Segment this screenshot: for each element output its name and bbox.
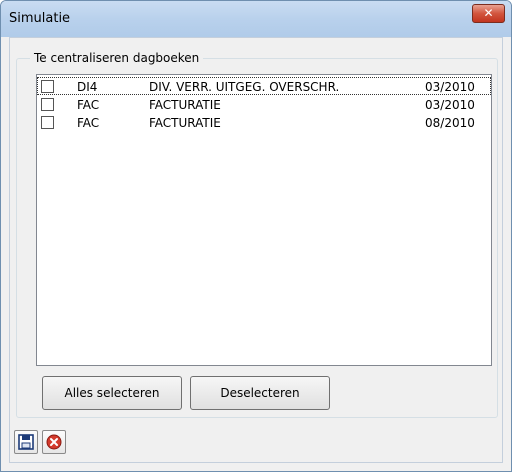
list-item[interactable]: FAC FACTURATIE 03/2010 bbox=[37, 95, 491, 113]
row-checkbox[interactable] bbox=[41, 80, 54, 93]
journal-description: FACTURATIE bbox=[149, 116, 221, 130]
window-title: Simulatie bbox=[9, 11, 71, 26]
list-item[interactable]: FAC FACTURATIE 08/2010 bbox=[37, 113, 491, 131]
select-all-button[interactable]: Alles selecteren bbox=[42, 376, 182, 410]
journal-period: 08/2010 bbox=[425, 116, 475, 130]
journal-period: 03/2010 bbox=[425, 80, 475, 94]
cancel-button[interactable] bbox=[42, 430, 66, 454]
journal-description: DIV. VERR. UITGEG. OVERSCHR. bbox=[149, 80, 340, 94]
journal-code: DI4 bbox=[77, 80, 98, 94]
journal-code: FAC bbox=[77, 98, 100, 112]
journal-code: FAC bbox=[77, 116, 100, 130]
list-item[interactable]: DI4 DIV. VERR. UITGEG. OVERSCHR. 03/2010 bbox=[37, 77, 491, 95]
row-checkbox[interactable] bbox=[41, 98, 54, 111]
row-checkbox[interactable] bbox=[41, 116, 54, 129]
journals-listbox[interactable]: DI4 DIV. VERR. UITGEG. OVERSCHR. 03/2010… bbox=[36, 74, 492, 366]
cancel-icon bbox=[46, 434, 62, 450]
save-button[interactable] bbox=[14, 430, 38, 454]
close-icon: ✕ bbox=[483, 6, 494, 20]
floppy-disk-icon bbox=[18, 434, 34, 450]
close-button[interactable]: ✕ bbox=[472, 4, 505, 23]
journal-description: FACTURATIE bbox=[149, 98, 221, 112]
deselect-button[interactable]: Deselecteren bbox=[190, 376, 330, 410]
journal-period: 03/2010 bbox=[425, 98, 475, 112]
groupbox-label: Te centraliseren dagboeken bbox=[30, 51, 204, 65]
title-bar[interactable]: Simulatie ✕ bbox=[1, 1, 511, 37]
